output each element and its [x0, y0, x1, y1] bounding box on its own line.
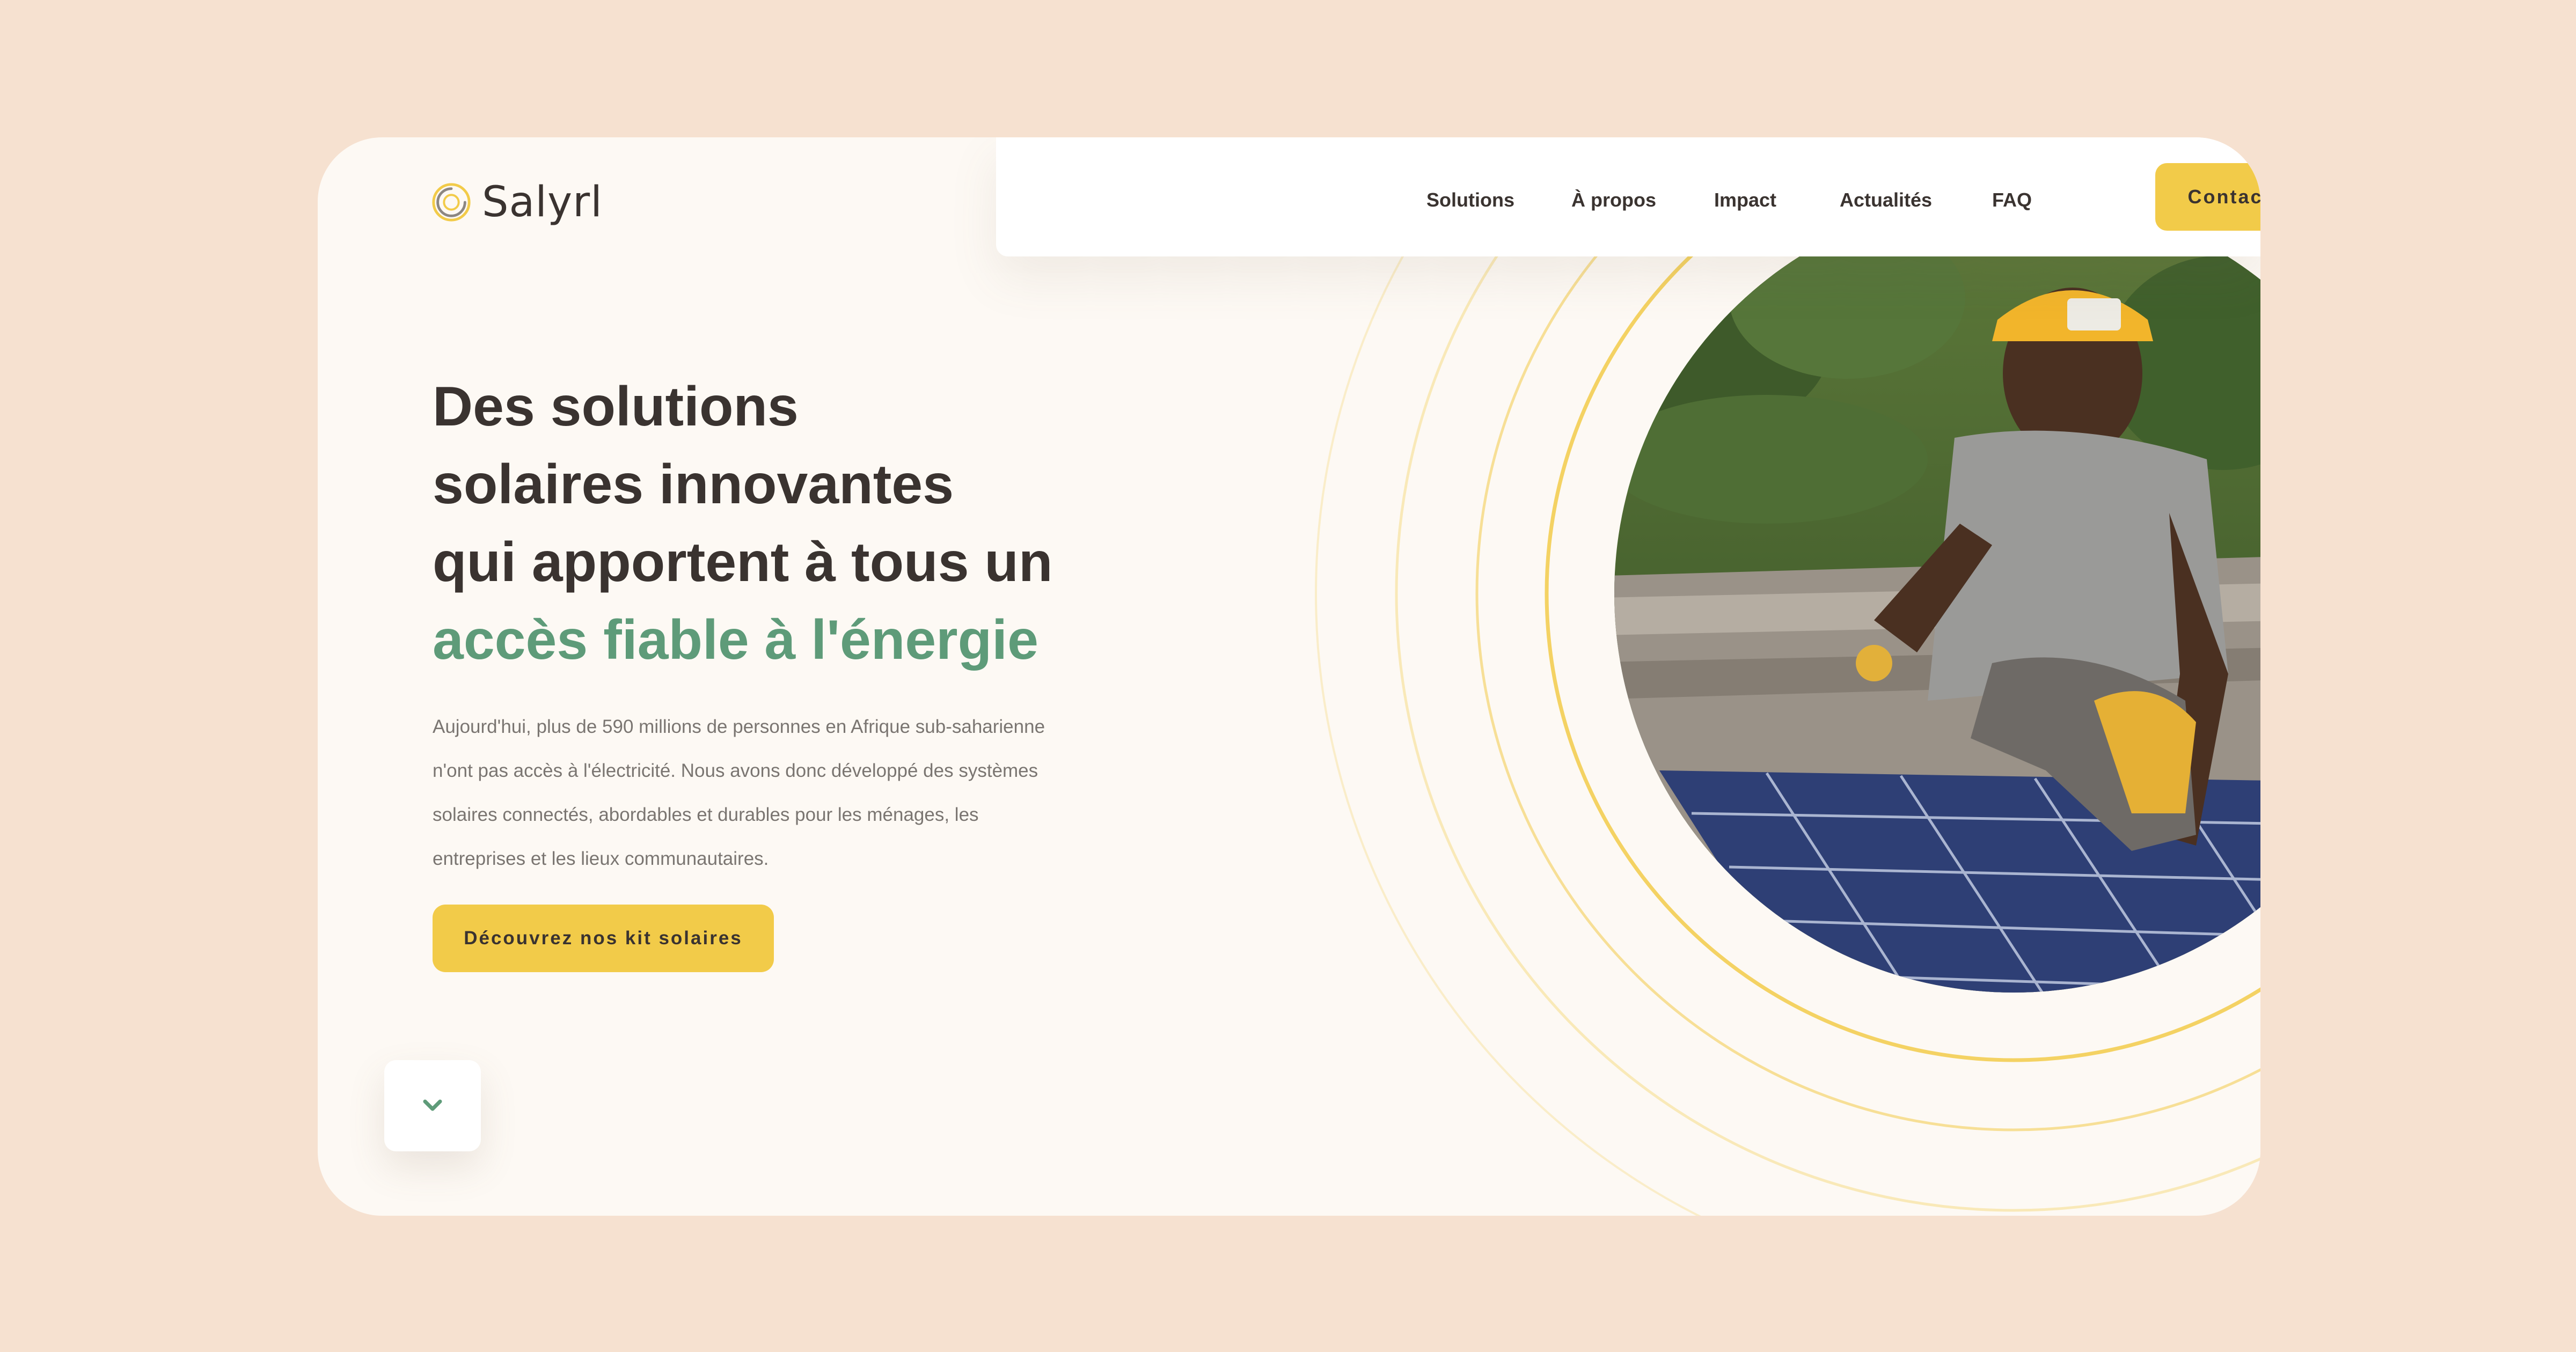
headline-accent: accès fiable à l'énergie: [433, 609, 1038, 671]
brand-logo[interactable]: Salyrl: [430, 173, 603, 232]
headline-line: qui apportent à tous un: [433, 531, 1053, 593]
sun-ring-icon: [432, 183, 471, 222]
contact-button[interactable]: Contact: [2155, 163, 2260, 231]
description-line: entreprises et les lieux communautaires.: [433, 848, 769, 869]
scroll-down-button[interactable]: [384, 1060, 481, 1151]
hero-card: Salyrl Solutions À propos Impact Actuali…: [318, 137, 2260, 1216]
hero-headline: Des solutions solaires innovantes qui ap…: [433, 368, 1291, 679]
nav-item-solutions[interactable]: Solutions: [1426, 189, 1514, 211]
headline-line: Des solutions: [433, 376, 799, 438]
nav-item-impact[interactable]: Impact: [1714, 189, 1776, 211]
description-line: solaires connectés, abordables et durabl…: [433, 804, 979, 825]
description-line: Aujourd'hui, plus de 590 millions de per…: [433, 716, 1045, 737]
nav-item-faq[interactable]: FAQ: [1992, 189, 2032, 211]
headline-line: solaires innovantes: [433, 453, 954, 516]
nav-item-news[interactable]: Actualités: [1840, 189, 1932, 211]
discover-kits-button[interactable]: Découvrez nos kit solaires: [433, 905, 774, 972]
nav-item-about[interactable]: À propos: [1571, 189, 1656, 211]
chevron-down-icon: [423, 1099, 442, 1111]
description-line: n'ont pas accès à l'électricité. Nous av…: [433, 760, 1038, 781]
hero-description: Aujourd'hui, plus de 590 millions de per…: [433, 705, 1146, 881]
top-navigation: Solutions À propos Impact Actualités FAQ…: [996, 137, 2260, 256]
brand-name: Salyrl: [482, 178, 603, 226]
